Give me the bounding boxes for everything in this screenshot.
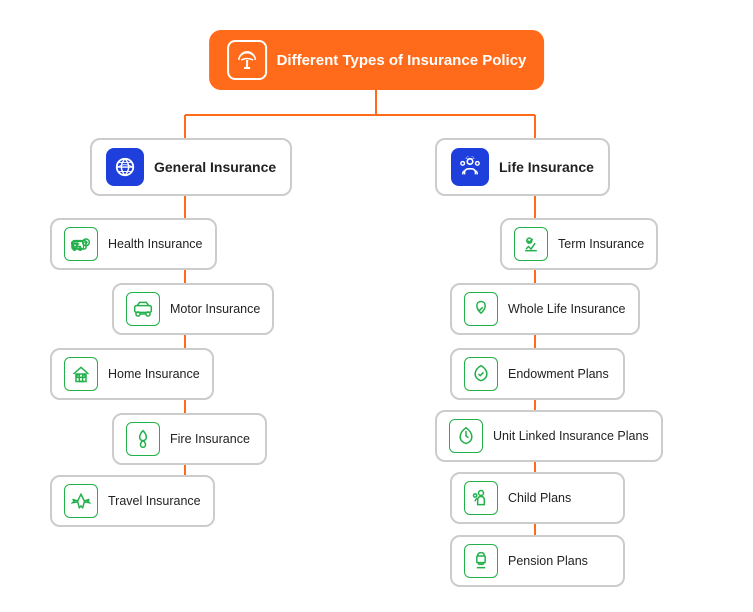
life-insurance-node: Life Insurance: [435, 138, 610, 196]
fire-insurance-node: Fire Insurance: [112, 413, 267, 465]
motor-icon: [126, 292, 160, 326]
pension-plans-node: Pension Plans: [450, 535, 625, 587]
fire-icon: [126, 422, 160, 456]
root-label: Different Types of Insurance Policy: [277, 52, 527, 69]
root-icon: [227, 40, 267, 80]
term-icon: [514, 227, 548, 261]
health-label: Health Insurance: [108, 237, 203, 251]
endowment-label: Endowment Plans: [508, 367, 609, 381]
motor-label: Motor Insurance: [170, 302, 260, 316]
life-icon: [451, 148, 489, 186]
endowment-icon: [464, 357, 498, 391]
whole-life-label: Whole Life Insurance: [508, 302, 625, 316]
home-icon: [64, 357, 98, 391]
pension-icon: [464, 544, 498, 578]
term-insurance-node: Term Insurance: [500, 218, 658, 270]
diagram: Different Types of Insurance Policy Gene…: [0, 0, 753, 612]
pension-label: Pension Plans: [508, 554, 588, 568]
general-icon: [106, 148, 144, 186]
home-insurance-node: Home Insurance: [50, 348, 214, 400]
travel-icon: [64, 484, 98, 518]
travel-insurance-node: Travel Insurance: [50, 475, 215, 527]
general-insurance-node: General Insurance: [90, 138, 292, 196]
child-icon: [464, 481, 498, 515]
health-icon: [64, 227, 98, 261]
ulip-label: Unit Linked Insurance Plans: [493, 429, 649, 443]
whole-life-node: Whole Life Insurance: [450, 283, 640, 335]
ulip-icon: [449, 419, 483, 453]
fire-label: Fire Insurance: [170, 432, 250, 446]
child-label: Child Plans: [508, 491, 571, 505]
home-label: Home Insurance: [108, 367, 200, 381]
travel-label: Travel Insurance: [108, 494, 201, 508]
child-plans-node: Child Plans: [450, 472, 625, 524]
whole-life-icon: [464, 292, 498, 326]
root-node: Different Types of Insurance Policy: [209, 30, 545, 90]
health-insurance-node: Health Insurance: [50, 218, 217, 270]
life-label: Life Insurance: [499, 159, 594, 175]
endowment-node: Endowment Plans: [450, 348, 625, 400]
term-label: Term Insurance: [558, 237, 644, 251]
general-label: General Insurance: [154, 159, 276, 175]
ulip-node: Unit Linked Insurance Plans: [435, 410, 663, 462]
motor-insurance-node: Motor Insurance: [112, 283, 274, 335]
